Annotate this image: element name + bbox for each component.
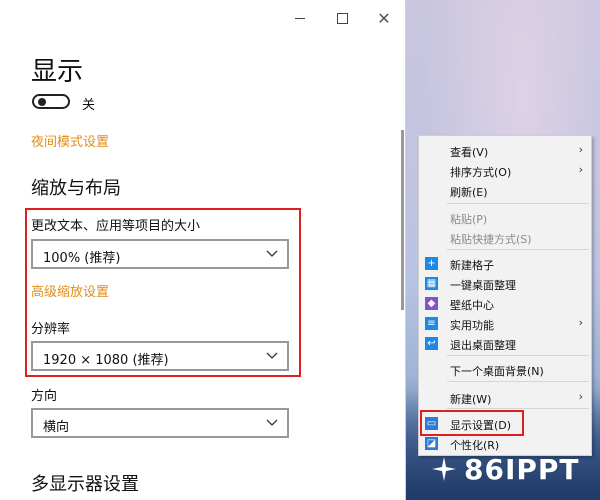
menu-item-label: 个性化(R): [450, 439, 500, 452]
scale-value: 100% (推荐): [43, 251, 121, 266]
menu-item[interactable]: 排序方式(O) ›: [419, 161, 591, 181]
menu-item-label: 壁纸中心: [450, 299, 494, 312]
close-icon: ✕: [377, 8, 391, 28]
menu-item[interactable]: 刷新(E): [419, 181, 591, 201]
chevron-down-icon: [266, 352, 278, 359]
list-icon: ≡: [425, 317, 438, 330]
menu-item-label: 刷新(E): [450, 186, 488, 199]
menu-item-label: 粘贴(P): [450, 213, 488, 226]
personalize-icon: ◪: [425, 437, 438, 450]
menu-item-label: 一键桌面整理: [450, 279, 516, 292]
chevron-right-icon: ›: [578, 143, 583, 156]
chevron-right-icon: ›: [578, 163, 583, 176]
menu-separator: [447, 408, 589, 409]
menu-item[interactable]: 查看(V) ›: [419, 141, 591, 161]
menu-item: 粘贴快捷方式(S): [419, 228, 591, 248]
highlight-box-display-settings: [420, 410, 524, 436]
menu-item-label: 新建(W): [450, 393, 492, 406]
menu-separator: [447, 203, 589, 204]
orientation-value: 横向: [43, 420, 70, 435]
chevron-right-icon: ›: [578, 390, 583, 403]
page-title: 显示: [31, 57, 84, 87]
menu-item-label: 粘贴快捷方式(S): [450, 233, 532, 246]
grid-icon: ▦: [425, 277, 438, 290]
scale-dropdown[interactable]: 100% (推荐): [31, 239, 289, 269]
menu-separator: [447, 355, 589, 356]
menu-item-label: 退出桌面整理: [450, 339, 516, 352]
scale-layout-heading: 缩放与布局: [31, 178, 121, 199]
plus-icon: +: [425, 257, 438, 270]
maximize-button[interactable]: [332, 8, 352, 28]
menu-item[interactable]: ◪ 个性化(R): [419, 434, 591, 454]
menu-item-label: 新建格子: [450, 259, 494, 272]
orientation-label: 方向: [31, 389, 58, 404]
close-button[interactable]: ✕: [374, 8, 394, 28]
menu-item[interactable]: ↩ 退出桌面整理: [419, 334, 591, 354]
menu-item-label: 排序方式(O): [450, 166, 512, 179]
watermark: 86IPPT: [430, 452, 580, 486]
menu-item[interactable]: + 新建格子: [419, 254, 591, 274]
advanced-scaling-link[interactable]: 高级缩放设置: [31, 281, 109, 300]
cube-icon: ◆: [425, 297, 438, 310]
menu-item-label: 查看(V): [450, 146, 489, 159]
menu-item-label: 实用功能: [450, 319, 494, 332]
watermark-text: 86IPPT: [464, 452, 580, 486]
menu-separator: [447, 381, 589, 382]
menu-item[interactable]: ◆ 壁纸中心: [419, 294, 591, 314]
desktop-context-menu: 查看(V) › 排序方式(O) › 刷新(E) 粘贴(P) 粘贴快捷方式(S) + 新建格子 ▦ 一…: [418, 135, 592, 456]
resolution-label: 分辨率: [31, 322, 71, 337]
exit-icon: ↩: [425, 337, 438, 350]
scale-label: 更改文本、应用等项目的大小: [31, 219, 201, 234]
toggle-state-label: 关: [82, 98, 96, 113]
sparkle-icon: [432, 457, 456, 481]
chevron-down-icon: [266, 250, 278, 257]
night-light-settings-link[interactable]: 夜间模式设置: [31, 131, 109, 150]
toggle-knob: [38, 98, 46, 106]
menu-item[interactable]: ≡ 实用功能 ›: [419, 314, 591, 334]
resolution-dropdown[interactable]: 1920 × 1080 (推荐): [31, 341, 289, 371]
chevron-down-icon: [266, 419, 278, 426]
scrollbar[interactable]: [401, 130, 404, 310]
menu-item[interactable]: 下一个桌面背景(N): [419, 360, 591, 380]
orientation-dropdown[interactable]: 横向: [31, 408, 289, 438]
chevron-right-icon: ›: [578, 316, 583, 329]
menu-item[interactable]: ▦ 一键桌面整理: [419, 274, 591, 294]
title-bar: ✕: [0, 0, 405, 34]
night-light-toggle[interactable]: [32, 94, 70, 109]
multi-display-heading: 多显示器设置: [31, 474, 139, 495]
menu-item[interactable]: 新建(W) ›: [419, 388, 591, 408]
resolution-value: 1920 × 1080 (推荐): [43, 353, 169, 368]
settings-window: ✕ 显示 关 夜间模式设置 缩放与布局 更改文本、应用等项目的大小 100% (…: [0, 0, 405, 500]
menu-separator: [447, 249, 589, 250]
minimize-button[interactable]: [290, 8, 310, 28]
menu-item: 粘贴(P): [419, 208, 591, 228]
menu-item-label: 下一个桌面背景(N): [450, 365, 544, 378]
